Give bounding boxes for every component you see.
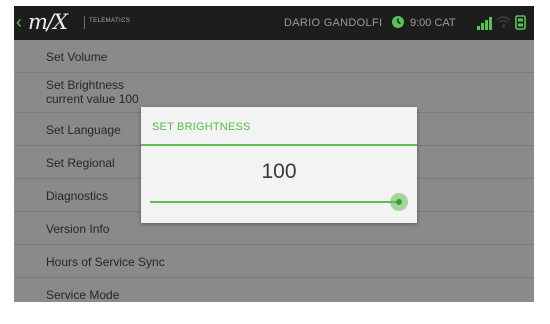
slider-thumb[interactable] xyxy=(390,193,408,211)
chevron-left-icon[interactable]: ‹ xyxy=(16,13,22,31)
user-name: DARIO GANDOLFI xyxy=(284,17,383,29)
menu-item-label: Set Language xyxy=(46,123,121,137)
slider-track[interactable] xyxy=(150,201,399,203)
device-icon xyxy=(515,15,526,30)
menu-item-set-volume[interactable]: Set Volume xyxy=(14,40,534,73)
status-bar: ‹ m/X TELEMATICS DARIO GANDOLFI 9:00 CAT xyxy=(14,6,534,40)
brightness-slider[interactable] xyxy=(150,193,408,211)
brightness-value: 100 xyxy=(261,160,297,183)
menu-item-label: Hours of Service Sync xyxy=(46,255,165,269)
logo-divider xyxy=(84,16,85,29)
wifi-icon xyxy=(496,16,511,28)
dialog-divider xyxy=(141,144,417,146)
menu-item-title: Set Brightness xyxy=(46,78,125,92)
menu-item-subtitle: current value 100 xyxy=(46,92,139,106)
dialog-title: SET BRIGHTNESS xyxy=(152,121,251,133)
menu-item-label: Diagnostics xyxy=(46,189,109,203)
menu-item-label: Service Mode xyxy=(46,288,120,302)
clock-icon xyxy=(392,16,404,28)
logo-subtitle: TELEMATICS xyxy=(89,18,131,24)
menu-item-label: Set Volume xyxy=(46,50,108,64)
menu-item-label: Set Regional xyxy=(46,156,115,170)
menu-item-label: Set Brightness current value 100 xyxy=(46,78,139,106)
signal-bars-icon xyxy=(477,17,492,30)
slider-thumb-core xyxy=(396,199,402,205)
clock-time: 9:00 CAT xyxy=(410,17,456,29)
menu-item-service-mode[interactable]: Service Mode xyxy=(14,278,534,302)
menu-item-hours-of-service-sync[interactable]: Hours of Service Sync xyxy=(14,245,534,278)
brightness-dialog: SET BRIGHTNESS 100 xyxy=(141,107,417,223)
menu-item-label: Version Info xyxy=(46,222,110,236)
mix-logo: m/X xyxy=(28,10,68,34)
